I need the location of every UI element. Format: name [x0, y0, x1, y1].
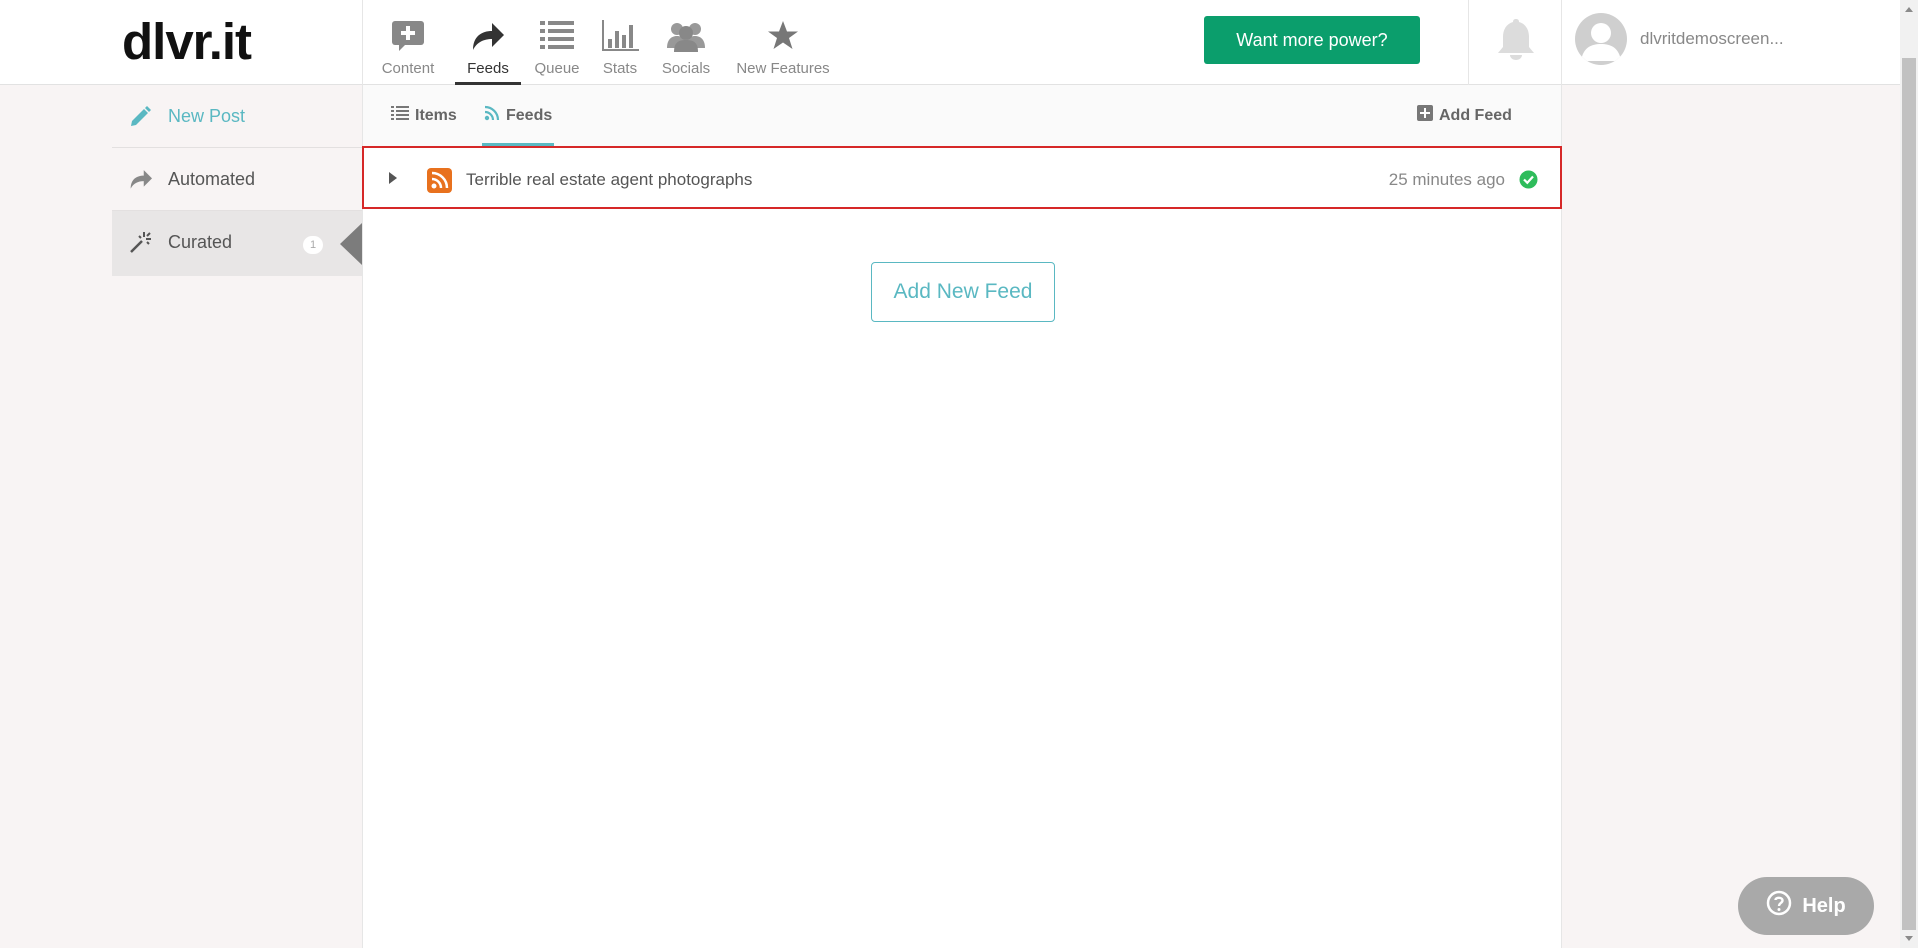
selected-indicator [340, 223, 362, 265]
count-badge: 1 [303, 236, 323, 254]
sidebar-item-new-post[interactable]: New Post [112, 85, 362, 148]
nav-item-stats[interactable]: Stats [600, 0, 640, 85]
nav-item-label: Queue [534, 60, 580, 77]
want-more-power-button[interactable]: Want more power? [1204, 16, 1420, 64]
sub-tab-bar: Items Feeds Add Feed [363, 85, 1561, 147]
list-icon [540, 20, 574, 54]
list-icon [391, 105, 409, 126]
sidebar-item-label: New Post [168, 106, 246, 126]
share-arrow-icon [470, 20, 506, 56]
nav-item-new-features[interactable]: New Features [736, 0, 830, 85]
feed-title: Terrible real estate agent photographs [466, 170, 753, 189]
sidebar-item-curated[interactable]: Curated 1 [112, 211, 362, 276]
tab-items[interactable]: Items [391, 105, 457, 126]
sidebar-item-label: Automated [168, 169, 256, 189]
scroll-thumb[interactable] [1902, 58, 1916, 930]
nav-item-label: Socials [661, 60, 711, 77]
question-circle-icon [1766, 890, 1792, 922]
tab-label: Items [415, 106, 457, 124]
username[interactable]: dlvritdemoscreen... [1640, 29, 1784, 49]
nav-item-label: New Features [736, 60, 830, 77]
star-icon [767, 20, 799, 54]
sidebar: New Post Automated Curated 1 [112, 85, 362, 276]
avatar[interactable] [1575, 13, 1627, 65]
sidebar-item-label: Curated [168, 232, 233, 252]
nav-item-label: Stats [602, 60, 638, 77]
nav-item-content[interactable]: Content [380, 0, 436, 85]
magic-wand-icon [128, 231, 152, 260]
nav-item-label: Content [381, 60, 435, 77]
feed-row[interactable]: Terrible real estate agent photographs 2… [362, 146, 1562, 209]
add-feed-label: Add Feed [1439, 106, 1512, 124]
bell-icon[interactable] [1496, 17, 1536, 66]
caret-right-icon[interactable] [388, 171, 398, 190]
check-circle-icon [1519, 170, 1538, 194]
add-feed-link[interactable]: Add Feed [1417, 105, 1512, 126]
top-bar: dlvr.it Content Feeds Queue Stats Social… [0, 0, 1900, 85]
help-button[interactable]: Help [1738, 877, 1874, 935]
nav-item-label: Feeds [467, 60, 509, 77]
help-label: Help [1802, 894, 1846, 917]
rss-icon [427, 168, 452, 193]
scroll-down-arrow[interactable] [1905, 936, 1913, 941]
nav-item-socials[interactable]: Socials [660, 0, 712, 85]
tab-label: Feeds [506, 106, 553, 124]
bar-chart-icon [601, 20, 639, 56]
divider [362, 0, 363, 85]
main-panel: Items Feeds Add Feed Terrible real estat… [362, 85, 1562, 948]
people-icon [667, 20, 705, 56]
rss-icon [484, 105, 500, 126]
plus-square-icon [1417, 105, 1433, 126]
scrollbar[interactable] [1900, 0, 1918, 948]
sidebar-item-automated[interactable]: Automated [112, 148, 362, 211]
divider [1561, 0, 1562, 85]
feed-timestamp: 25 minutes ago [1388, 170, 1505, 189]
nav-item-feeds[interactable]: Feeds [455, 0, 521, 85]
plus-bubble-icon [391, 20, 425, 56]
share-arrow-icon [128, 168, 154, 195]
logo[interactable]: dlvr.it [122, 12, 252, 71]
tab-feeds[interactable]: Feeds [482, 105, 555, 147]
divider [1468, 0, 1469, 85]
add-new-feed-button[interactable]: Add New Feed [871, 262, 1055, 322]
scroll-up-arrow[interactable] [1905, 7, 1913, 12]
nav-item-queue[interactable]: Queue [534, 0, 580, 85]
pencil-icon [128, 105, 152, 134]
